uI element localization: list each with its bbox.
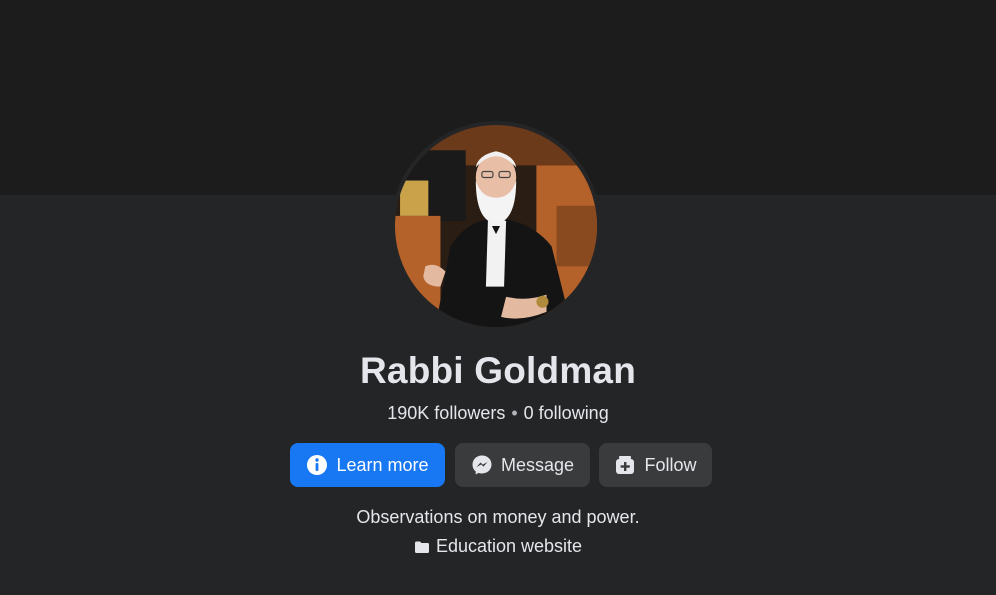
profile-page: Rabbi Goldman 190K followers • 0 following… (0, 0, 996, 595)
avatar-photo (395, 125, 597, 327)
category-label: Education website (435, 536, 583, 556)
following-count[interactable]: 0 following (524, 403, 609, 423)
message-button[interactable]: Message (455, 443, 590, 487)
stats-separator: • (511, 403, 518, 423)
follow-label: Follow (644, 454, 697, 475)
learn-more-button[interactable]: Learn more (290, 443, 445, 487)
follow-stats: 190K followers • 0 following (0, 403, 996, 424)
follow-icon (614, 454, 636, 476)
action-buttons: Learn more Message Follow (0, 443, 996, 487)
category-row: Education website (0, 536, 996, 557)
messenger-icon (471, 454, 493, 476)
page-title: Rabbi Goldman (360, 350, 636, 391)
avatar[interactable] (391, 121, 601, 331)
bio-text: Observations on money and power. (356, 507, 640, 527)
info-icon (306, 454, 328, 476)
followers-count[interactable]: 190K followers (387, 403, 505, 423)
message-label: Message (500, 454, 575, 475)
follow-button[interactable]: Follow (599, 443, 712, 487)
folder-icon (414, 540, 430, 554)
learn-more-label: Learn more (336, 454, 429, 475)
